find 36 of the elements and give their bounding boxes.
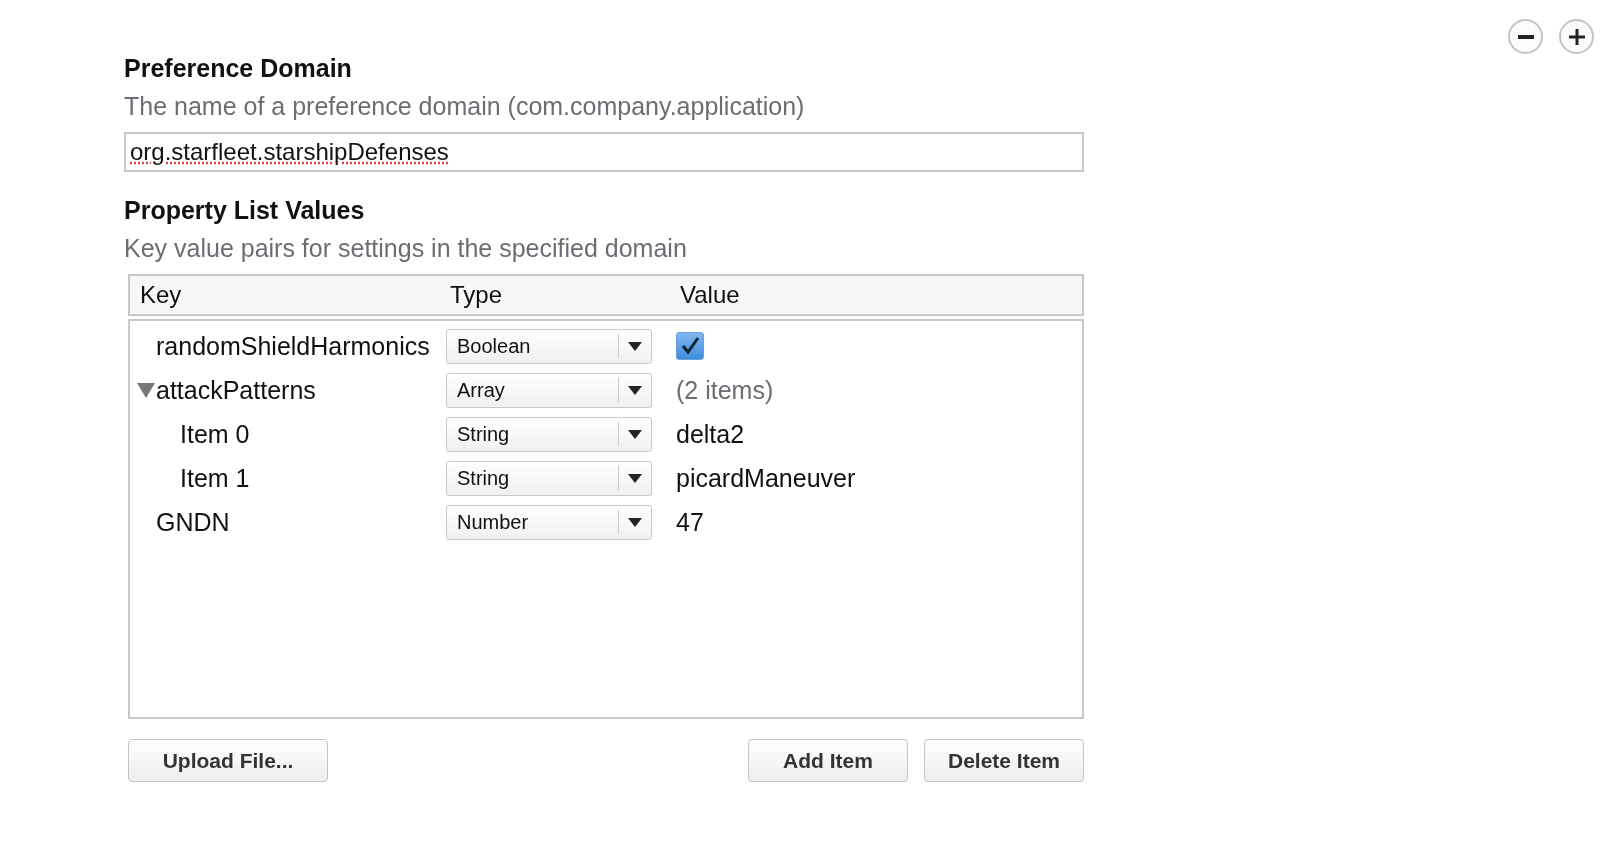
value-text: picardManeuver: [676, 463, 856, 492]
key-text: randomShieldHarmonics: [156, 331, 430, 361]
value-text: delta2: [676, 419, 745, 448]
key-text: GNDN: [156, 507, 230, 537]
key-text: Item 1: [180, 463, 250, 493]
type-dropdown[interactable]: Number: [446, 504, 652, 540]
caret-icon: [628, 385, 642, 395]
zoom-in-button[interactable]: [1559, 19, 1594, 54]
key-text: Item 0: [180, 419, 250, 449]
plus-icon: [1567, 27, 1586, 46]
type-dropdown[interactable]: String: [446, 460, 652, 496]
checkbox[interactable]: [676, 332, 704, 360]
caret-icon: [628, 341, 642, 351]
column-header[interactable]: Type: [450, 281, 680, 309]
upload-button[interactable]: Upload File...: [128, 739, 328, 782]
value-text: 47: [676, 507, 704, 536]
caret-icon: [628, 473, 642, 483]
section-title: Preference Domain: [124, 53, 353, 84]
action-button[interactable]: Delete Item: [924, 739, 1084, 782]
action-button[interactable]: Add Item: [748, 739, 908, 782]
section-title: Property List Values: [124, 195, 366, 226]
minus-icon: [1517, 34, 1534, 39]
column-header[interactable]: Key: [140, 281, 450, 309]
type-dropdown[interactable]: Array: [446, 372, 652, 408]
value-text: (2 items): [676, 375, 774, 404]
column-header[interactable]: Value: [680, 281, 1082, 309]
type-dropdown[interactable]: Boolean: [446, 328, 652, 364]
caret-icon: [628, 429, 642, 439]
section-description: Key value pairs for settings in the specified domain: [124, 233, 688, 264]
caret-icon: [628, 517, 642, 527]
type-dropdown[interactable]: String: [446, 416, 652, 452]
key-text: attackPatterns: [156, 375, 316, 405]
section-description: The name of a preference domain (com.company.application): [124, 91, 806, 122]
zoom-out-button[interactable]: [1508, 19, 1543, 54]
domain-input-field[interactable]: org.starfleet.starshipDefenses: [124, 132, 1084, 172]
disclosure-triangle-icon[interactable]: [136, 380, 156, 400]
